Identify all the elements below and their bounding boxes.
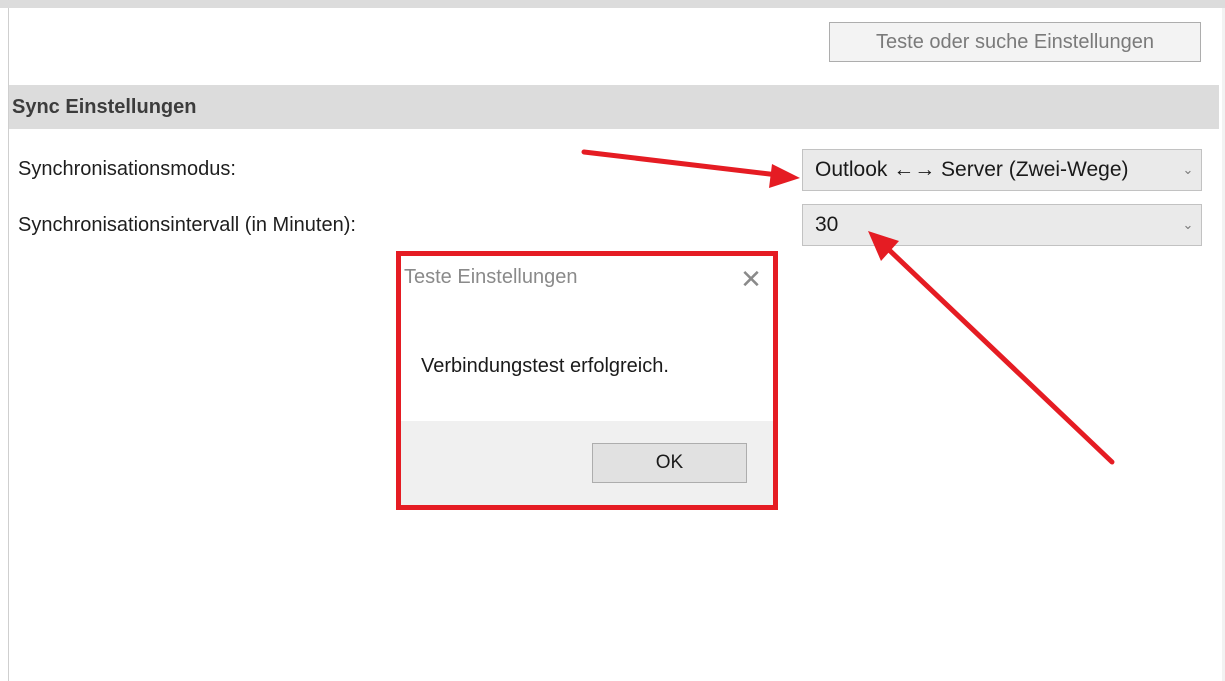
test-or-search-settings-button[interactable]: Teste oder suche Einstellungen	[829, 22, 1201, 62]
ok-button[interactable]: OK	[592, 443, 747, 483]
dialog-message: Verbindungstest erfolgreich.	[421, 355, 669, 377]
sync-mode-value: Outlook ←→ Server (Zwei-Wege)	[815, 158, 1129, 181]
dialog-title: Teste Einstellungen	[404, 266, 578, 288]
sync-interval-value: 30	[815, 213, 839, 236]
settings-page: Teste oder suche Einstellungen Sync Eins…	[0, 0, 1225, 681]
arrow-to-sync-interval	[868, 231, 1115, 465]
chevron-down-icon: ⌄	[1182, 162, 1194, 177]
section-header-sync-settings: Sync Einstellungen	[9, 85, 1219, 129]
chevron-down-icon: ⌄	[1182, 217, 1194, 232]
dialog-footer: OK	[401, 421, 773, 505]
top-border	[0, 0, 1225, 8]
sync-mode-dropdown[interactable]: Outlook ←→ Server (Zwei-Wege) ⌄	[802, 149, 1202, 191]
test-settings-dialog: Teste Einstellungen ✕ Verbindungstest er…	[396, 251, 778, 510]
sync-interval-label: Synchronisationsintervall (in Minuten):	[18, 214, 356, 236]
section-title: Sync Einstellungen	[12, 95, 197, 118]
sync-interval-dropdown[interactable]: 30 ⌄	[802, 204, 1202, 246]
close-icon[interactable]: ✕	[736, 264, 766, 294]
arrow-to-sync-mode	[581, 149, 800, 188]
sync-mode-label: Synchronisationsmodus:	[18, 158, 236, 180]
